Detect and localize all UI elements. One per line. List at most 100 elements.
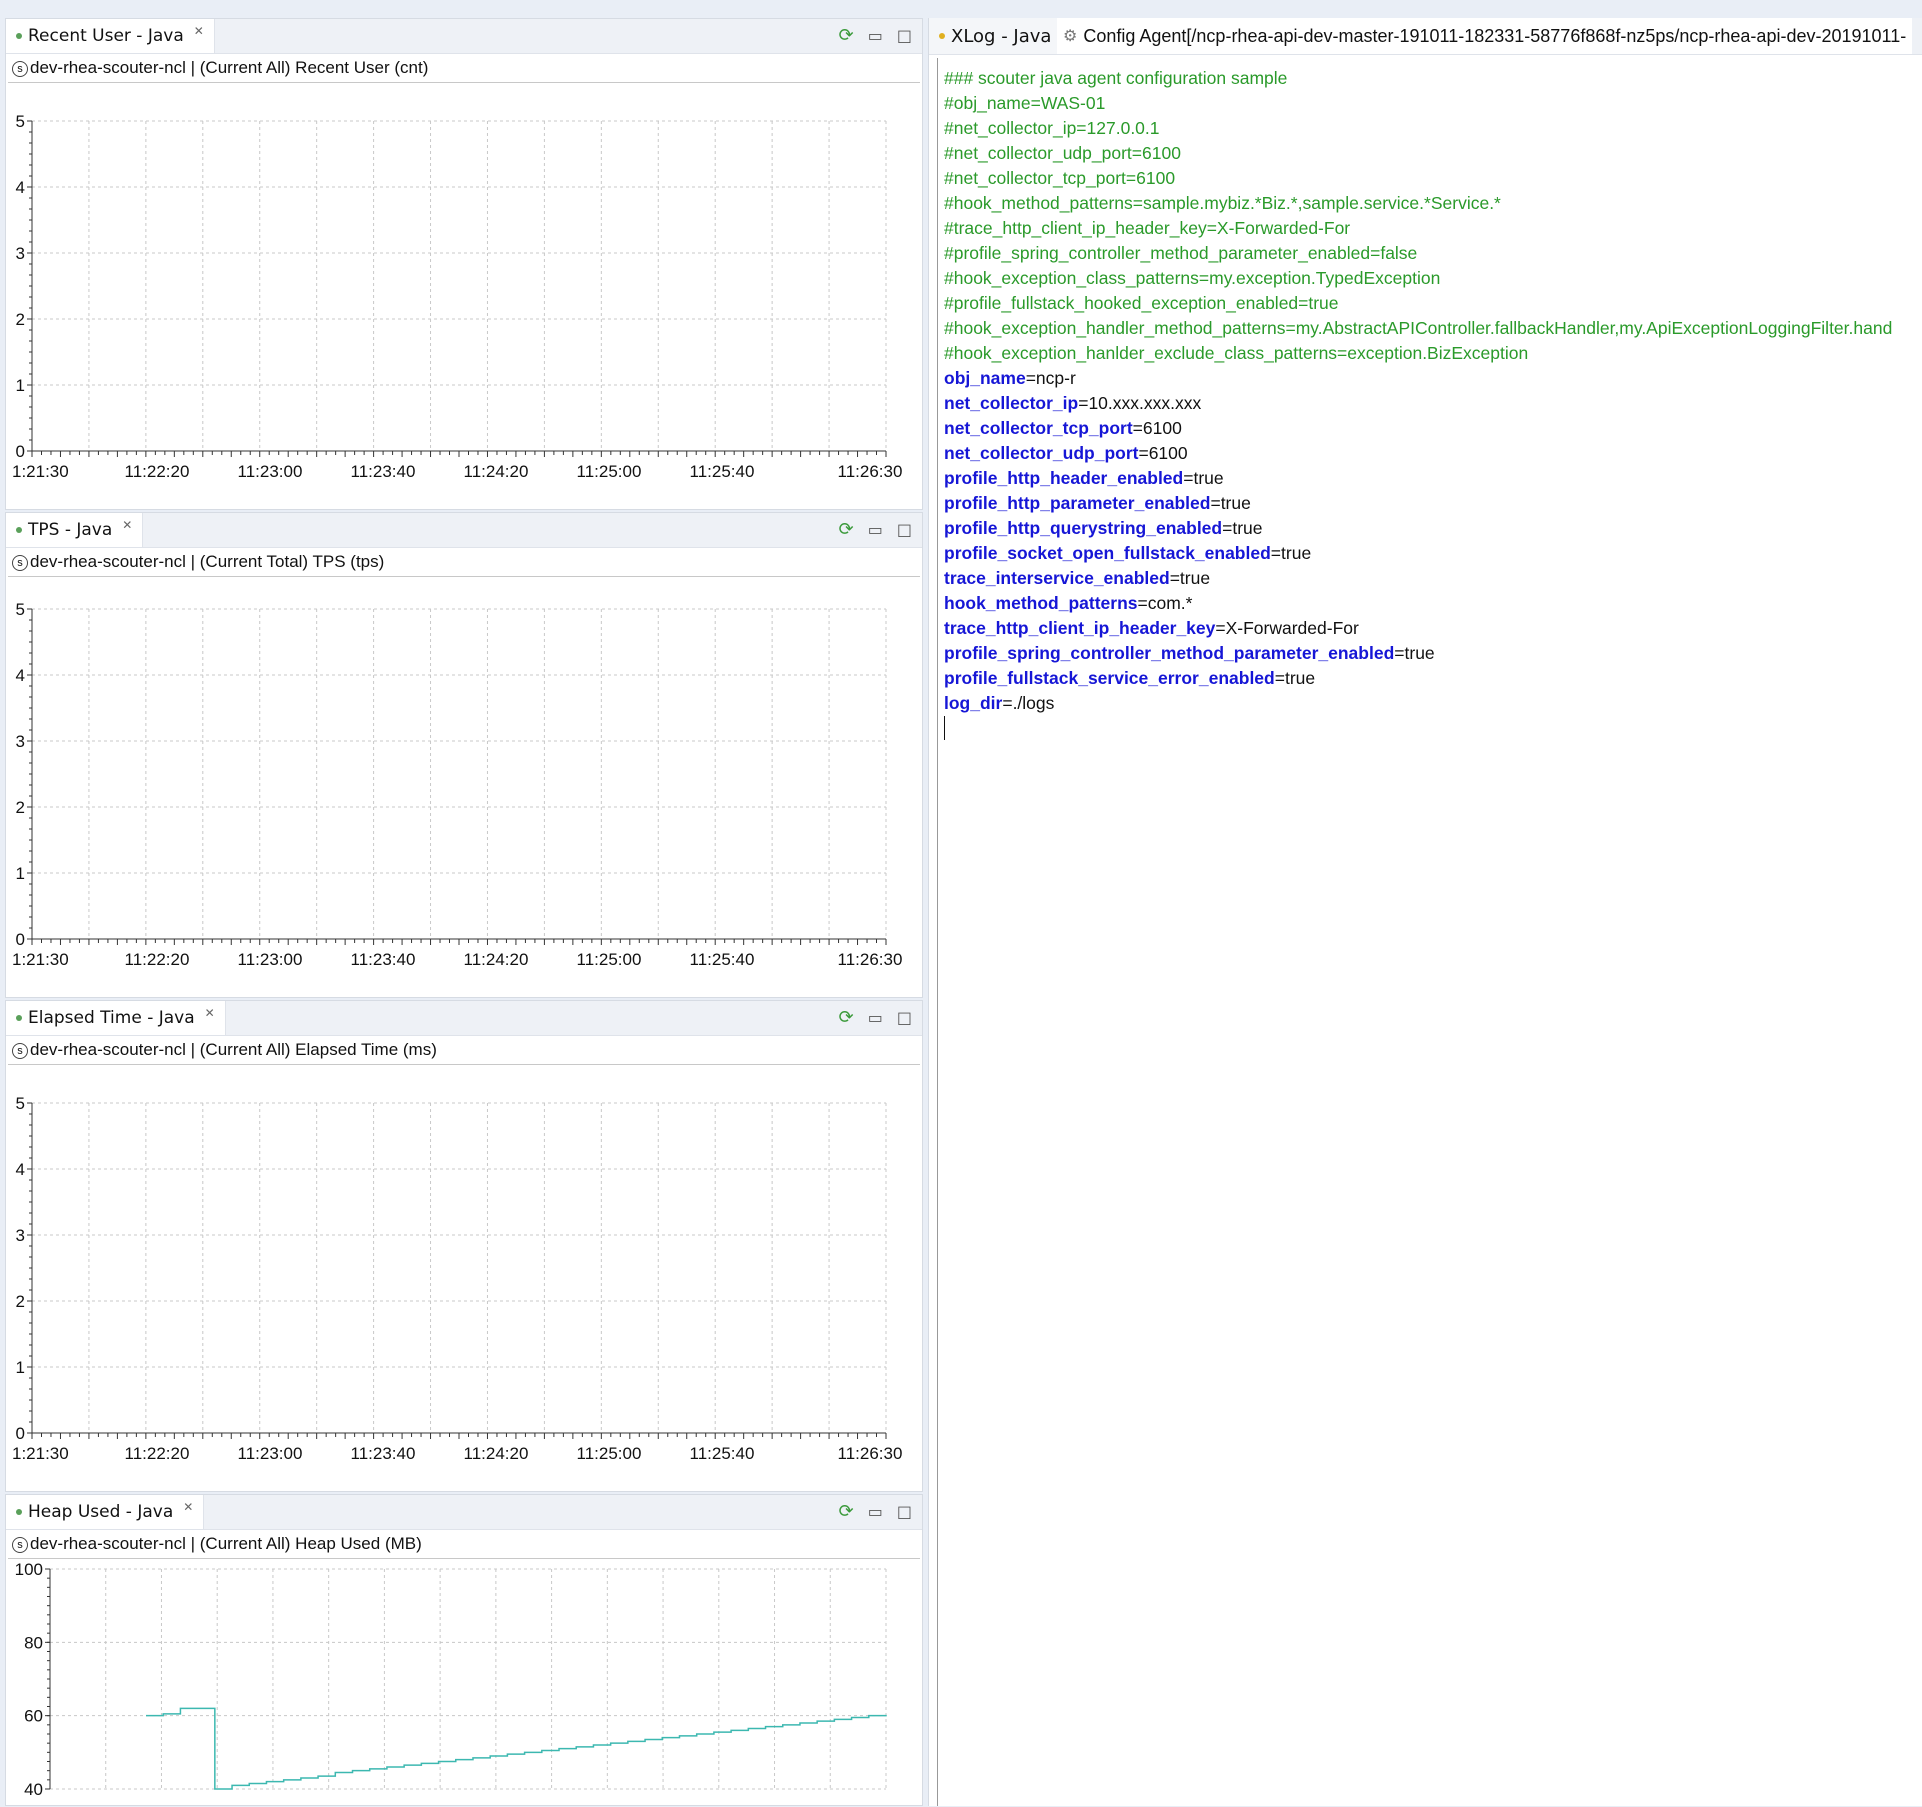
panel-tabbar: Heap Used - Java ✕ ⟳ ▭ □ xyxy=(6,1495,922,1530)
status-dot-icon xyxy=(16,33,22,39)
config-comment: #hook_exception_handler_method_patterns=… xyxy=(944,318,1893,338)
tps-panel: TPS - Java ✕ ⟳ ▭ □ s dev-rhea-scouter-ncl… xyxy=(5,512,923,998)
config-line: net_collector_udp_port=6100 xyxy=(944,441,1922,466)
maximize-icon[interactable]: □ xyxy=(897,1008,912,1027)
text-cursor xyxy=(944,716,945,740)
tab-config-agent[interactable]: ⚙ Config Agent[/ncp-rhea-api-dev-master-… xyxy=(1057,18,1913,54)
panel-controls: ⟳ ▭ □ xyxy=(839,1007,912,1028)
config-comment: #net_collector_udp_port=6100 xyxy=(944,143,1181,163)
config-line: trace_interservice_enabled=true xyxy=(944,566,1922,591)
config-value: =6100 xyxy=(1138,443,1188,463)
y-tick-label: 2 xyxy=(16,1292,25,1311)
y-tick-label: 3 xyxy=(16,1226,25,1245)
tab-heap-used[interactable]: Heap Used - Java ✕ xyxy=(6,1495,205,1529)
tab-xlog[interactable]: XLog - Java xyxy=(929,18,1061,54)
minimize-icon[interactable]: ▭ xyxy=(868,1502,883,1521)
x-tick-label: 11:25:40 xyxy=(690,950,755,969)
y-tick-label: 0 xyxy=(16,442,25,461)
maximize-icon[interactable]: □ xyxy=(897,520,912,539)
x-tick-label: 1:21:30 xyxy=(12,950,69,969)
heap-used-panel: Heap Used - Java ✕ ⟳ ▭ □ s dev-rhea-scout… xyxy=(5,1494,923,1806)
refresh-icon[interactable]: ⟳ xyxy=(839,1007,854,1028)
config-line: #obj_name=WAS-01 xyxy=(944,91,1922,116)
panel-controls: ⟳ ▭ □ xyxy=(839,25,912,46)
config-value: =10.xxx.xxx.xxx xyxy=(1078,393,1202,413)
subtitle-text: dev-rhea-scouter-ncl | (Current All) Rec… xyxy=(30,58,429,77)
minimize-icon[interactable]: ▭ xyxy=(868,26,883,45)
config-value: =ncp-r xyxy=(1025,368,1076,388)
close-icon[interactable]: ✕ xyxy=(122,518,132,532)
config-line: obj_name=ncp-r xyxy=(944,366,1922,391)
config-value: =true xyxy=(1169,568,1211,588)
subtitle-text: dev-rhea-scouter-ncl | (Current Total) T… xyxy=(30,552,385,571)
config-comment: #net_collector_ip=127.0.0.1 xyxy=(944,118,1160,138)
config-key: log_dir xyxy=(944,693,1003,713)
config-key: net_collector_tcp_port xyxy=(944,418,1133,438)
config-line: profile_socket_open_fullstack_enabled=tr… xyxy=(944,541,1922,566)
y-tick-label: 1 xyxy=(16,376,25,395)
gear-icon: ⚙ xyxy=(1063,28,1078,45)
x-tick-label: 11:25:40 xyxy=(690,462,755,481)
refresh-icon[interactable]: ⟳ xyxy=(839,25,854,46)
panel-controls: ⟳ ▭ □ xyxy=(839,1501,912,1522)
minimize-icon[interactable]: ▭ xyxy=(868,1008,883,1027)
config-line: ### scouter java agent configuration sam… xyxy=(944,66,1922,91)
config-line: profile_spring_controller_method_paramet… xyxy=(944,641,1922,666)
config-comment: #net_collector_tcp_port=6100 xyxy=(944,168,1176,188)
server-icon: s xyxy=(12,554,28,571)
config-value: =com.* xyxy=(1137,593,1193,613)
tab-label: Config Agent[/ncp-rhea-api-dev-master-19… xyxy=(1083,25,1907,46)
maximize-icon[interactable]: □ xyxy=(897,26,912,45)
config-editor-panel: XLog - Java ⚙ Config Agent[/ncp-rhea-api… xyxy=(928,18,1922,1806)
config-line: profile_http_parameter_enabled=true xyxy=(944,491,1922,516)
config-comment: #hook_exception_hanlder_exclude_class_pa… xyxy=(944,343,1529,363)
x-tick-label: 1:21:30 xyxy=(12,1444,69,1463)
heap-used-chart: 40 60 80 100 xyxy=(15,1560,887,1799)
chart-subtitle: s dev-rhea-scouter-ncl | (Current Total) … xyxy=(8,548,920,577)
config-comment: #profile_fullstack_hooked_exception_enab… xyxy=(944,293,1339,313)
tab-recent-user[interactable]: Recent User - Java ✕ xyxy=(6,19,215,53)
config-value: =true xyxy=(1183,468,1224,488)
config-key: profile_http_header_enabled xyxy=(944,468,1184,488)
config-text-area[interactable]: ### scouter java agent configuration sam… xyxy=(937,58,1922,1806)
config-comment: #obj_name=WAS-01 xyxy=(944,93,1106,113)
refresh-icon[interactable]: ⟳ xyxy=(839,519,854,540)
config-value: =X-Forwarded-For xyxy=(1215,618,1359,638)
config-line: #trace_http_client_ip_header_key=X-Forwa… xyxy=(944,216,1922,241)
y-tick-label: 3 xyxy=(16,244,25,263)
cursor-line xyxy=(944,716,1922,741)
recent-user-chart: 0 1 2 3 4 5 1:21:30 11:22:20 11:23:00 11:23:40 11:… xyxy=(12,112,902,481)
x-tick-label: 11:25:00 xyxy=(577,1444,642,1463)
config-line: net_collector_ip=10.xxx.xxx.xxx xyxy=(944,391,1922,416)
chart-subtitle: s dev-rhea-scouter-ncl | (Current All) Re… xyxy=(8,54,920,83)
config-key: profile_http_querystring_enabled xyxy=(944,518,1223,538)
panel-controls: ⟳ ▭ □ xyxy=(839,519,912,540)
close-icon[interactable]: ✕ xyxy=(194,24,204,38)
config-comment: #profile_spring_controller_method_parame… xyxy=(944,243,1418,263)
refresh-icon[interactable]: ⟳ xyxy=(839,1501,854,1522)
tab-label: TPS - Java xyxy=(28,520,113,540)
server-icon: s xyxy=(12,60,28,77)
config-line: profile_http_querystring_enabled=true xyxy=(944,516,1922,541)
server-icon: s xyxy=(12,1042,28,1059)
config-value: =true xyxy=(1394,643,1435,663)
x-tick-label: 11:22:20 xyxy=(125,462,190,481)
maximize-icon[interactable]: □ xyxy=(897,1502,912,1521)
tab-elapsed-time[interactable]: Elapsed Time - Java ✕ xyxy=(6,1001,226,1035)
y-tick-label: 1 xyxy=(16,864,25,883)
config-value: =6100 xyxy=(1132,418,1182,438)
config-line: #hook_exception_hanlder_exclude_class_pa… xyxy=(944,341,1922,366)
tab-label: XLog - Java xyxy=(951,25,1052,47)
close-icon[interactable]: ✕ xyxy=(183,1500,193,1514)
minimize-icon[interactable]: ▭ xyxy=(868,520,883,539)
tab-tps[interactable]: TPS - Java ✕ xyxy=(6,513,144,547)
config-key: trace_http_client_ip_header_key xyxy=(944,618,1216,638)
server-icon: s xyxy=(12,1536,28,1553)
status-dot-icon xyxy=(16,1509,22,1515)
x-tick-label: 1:21:30 xyxy=(12,462,69,481)
y-tick-label: 2 xyxy=(16,310,25,329)
y-tick-label: 4 xyxy=(16,178,25,197)
close-icon[interactable]: ✕ xyxy=(205,1006,215,1020)
config-key: obj_name xyxy=(944,368,1026,388)
config-line: #net_collector_tcp_port=6100 xyxy=(944,166,1922,191)
